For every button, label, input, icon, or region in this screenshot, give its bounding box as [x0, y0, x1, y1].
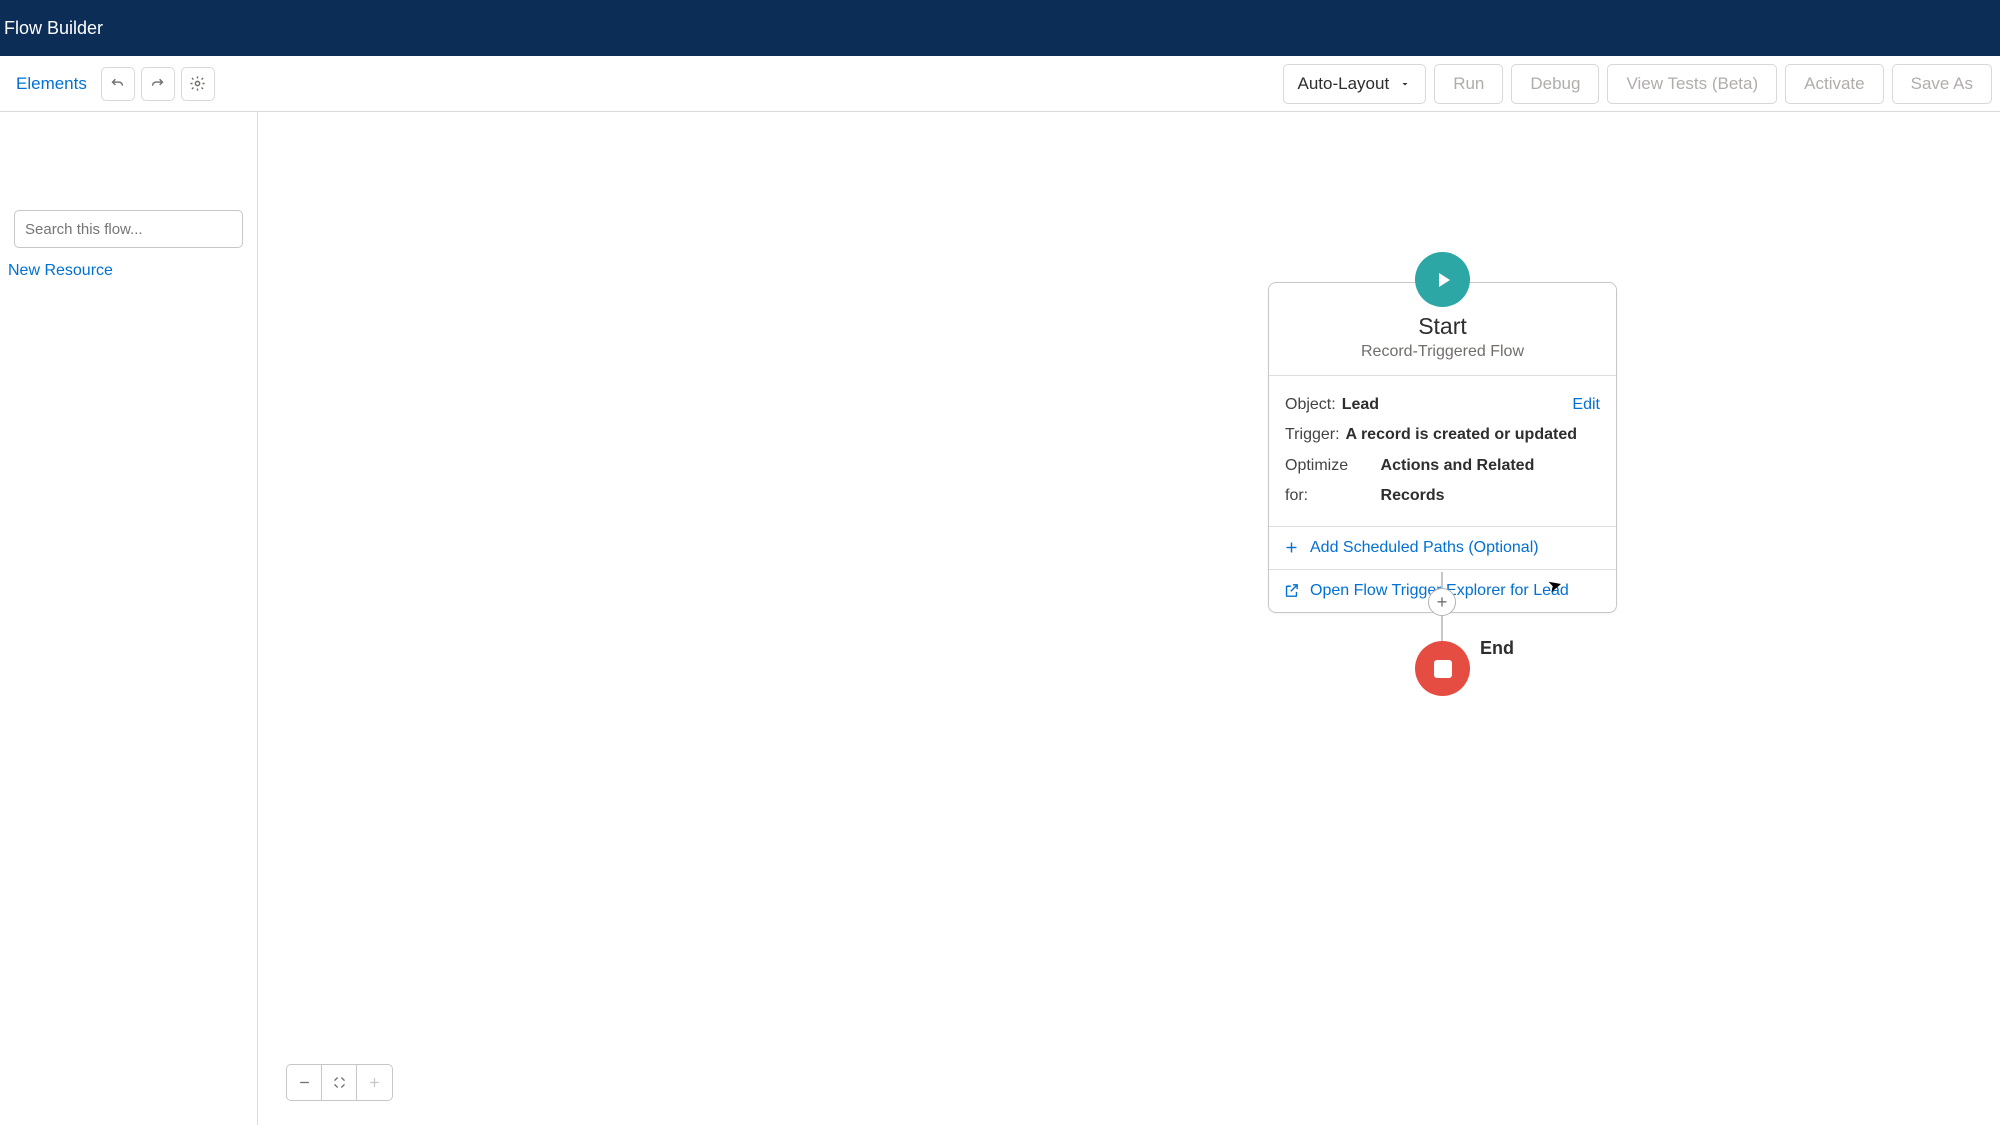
trigger-value: A record is created or updated: [1346, 420, 1577, 450]
workspace: New Resource Start Record-Triggered Flow…: [0, 112, 2000, 1125]
end-node-label: End: [1480, 638, 1514, 659]
toolbar-left: Elements: [8, 67, 215, 101]
start-node-icon[interactable]: [1415, 252, 1470, 307]
start-title: Start: [1285, 313, 1600, 340]
connector-line: [1441, 572, 1443, 588]
chevron-down-icon: [1399, 78, 1411, 90]
undo-button[interactable]: [101, 67, 135, 101]
stop-icon: [1434, 660, 1452, 678]
trigger-label: Trigger:: [1285, 420, 1340, 450]
layout-dropdown-label: Auto-Layout: [1298, 74, 1390, 94]
toolbar-right: Auto-Layout Run Debug View Tests (Beta) …: [1283, 64, 1993, 104]
zoom-fit-button[interactable]: [322, 1065, 357, 1100]
app-header: Flow Builder: [0, 0, 2000, 56]
plus-icon: [367, 1075, 382, 1090]
play-icon: [1431, 268, 1455, 292]
save-as-button[interactable]: Save As: [1892, 64, 1992, 104]
add-scheduled-paths-label: Add Scheduled Paths (Optional): [1310, 539, 1539, 557]
elements-link[interactable]: Elements: [8, 68, 95, 100]
start-object-row: Object: Lead Edit: [1285, 390, 1600, 420]
left-sidebar: New Resource: [0, 112, 258, 1125]
object-value: Lead: [1342, 390, 1379, 420]
zoom-out-button[interactable]: [287, 1065, 322, 1100]
activate-button[interactable]: Activate: [1785, 64, 1883, 104]
edit-link[interactable]: Edit: [1572, 390, 1600, 420]
add-element-button[interactable]: +: [1428, 588, 1456, 616]
minus-icon: [297, 1075, 312, 1090]
end-node[interactable]: [1415, 641, 1470, 696]
zoom-controls: [286, 1064, 393, 1101]
start-card: Start Record-Triggered Flow Object: Lead…: [1268, 282, 1617, 613]
main-toolbar: Elements Auto-Layout Run Debug View Test…: [0, 56, 2000, 112]
app-title: Flow Builder: [4, 18, 103, 39]
layout-dropdown[interactable]: Auto-Layout: [1283, 64, 1427, 104]
connector-line: [1441, 616, 1443, 641]
plus-icon: [1283, 539, 1300, 556]
optimize-label: Optimize for:: [1285, 451, 1375, 512]
start-details: Object: Lead Edit Trigger: A record is c…: [1269, 375, 1616, 526]
zoom-in-button[interactable]: [357, 1065, 392, 1100]
gear-icon: [189, 75, 206, 92]
flow-canvas[interactable]: Start Record-Triggered Flow Object: Lead…: [258, 112, 2000, 1125]
new-resource-link[interactable]: New Resource: [8, 262, 243, 280]
start-subtitle: Record-Triggered Flow: [1285, 343, 1600, 361]
start-optimize-row: Optimize for: Actions and Related Record…: [1285, 451, 1600, 512]
redo-icon: [149, 75, 166, 92]
search-flow-input[interactable]: [14, 210, 243, 248]
run-button[interactable]: Run: [1434, 64, 1503, 104]
undo-icon: [109, 75, 126, 92]
redo-button[interactable]: [141, 67, 175, 101]
debug-button[interactable]: Debug: [1511, 64, 1599, 104]
external-link-icon: [1283, 582, 1300, 599]
settings-button[interactable]: [181, 67, 215, 101]
start-trigger-row: Trigger: A record is created or updated: [1285, 420, 1600, 450]
view-tests-button[interactable]: View Tests (Beta): [1607, 64, 1777, 104]
object-label: Object:: [1285, 390, 1336, 420]
optimize-value: Actions and Related Records: [1381, 451, 1600, 512]
add-scheduled-paths-link[interactable]: Add Scheduled Paths (Optional): [1269, 526, 1616, 569]
fit-icon: [332, 1075, 347, 1090]
